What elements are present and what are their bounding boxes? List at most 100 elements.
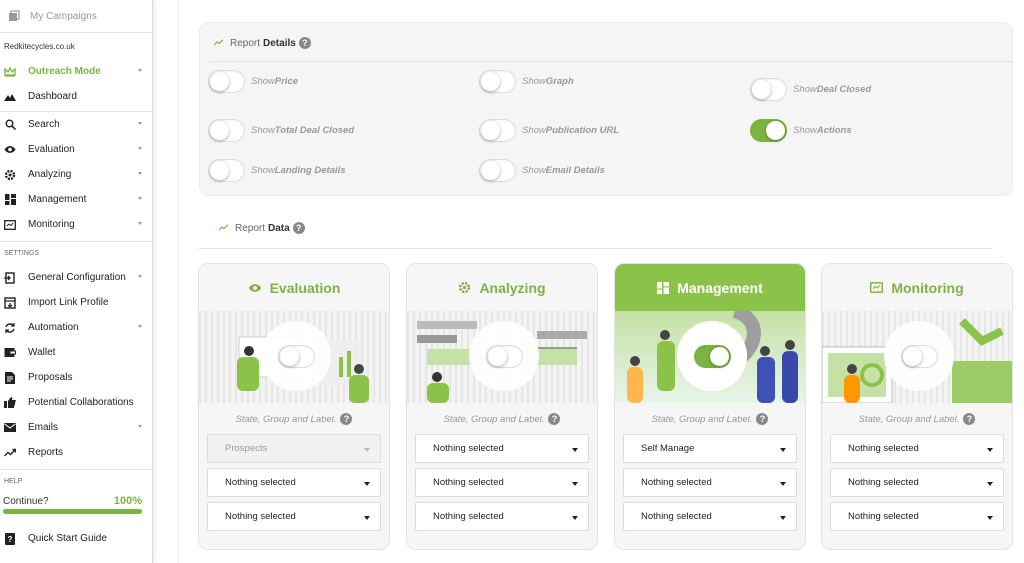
toggle-show-landing-details[interactable]: Show Landing Details xyxy=(208,159,346,182)
help-percent: 100% xyxy=(113,495,142,507)
help-icon[interactable]: ? xyxy=(298,37,311,49)
group-dropdown[interactable]: Nothing selected xyxy=(830,468,1004,497)
toggle-show-actions[interactable]: Show Actions xyxy=(750,119,852,142)
sidebar-item-reports[interactable]: Reports xyxy=(0,440,152,465)
toggle-show-email-details[interactable]: Show Email Details xyxy=(479,159,605,182)
toggle-label-pre: Show xyxy=(793,125,817,136)
grid-icon xyxy=(2,193,18,207)
toggle-show-total-deal-closed[interactable]: Show Total Deal Closed xyxy=(208,119,354,142)
card-header[interactable]: Management xyxy=(615,264,805,311)
card-header[interactable]: Analyzing xyxy=(407,264,597,311)
card-header[interactable]: Evaluation xyxy=(199,264,389,311)
help-continue[interactable]: Continue? 100% xyxy=(0,493,152,509)
sidebar-item-wallet[interactable]: Wallet xyxy=(0,340,152,365)
toggle-switch[interactable] xyxy=(208,159,245,182)
sidebar-item-management[interactable]: Management xyxy=(0,187,152,212)
label-dropdown[interactable]: Nothing selected xyxy=(207,502,381,531)
dropdown-value: Nothing selected xyxy=(433,477,504,488)
toggle-show-publication-url[interactable]: Show Publication URL xyxy=(479,119,619,142)
sidebar-item-label: Quick Start Guide xyxy=(28,533,107,544)
toggle-switch[interactable] xyxy=(750,78,787,101)
toggle-switch[interactable] xyxy=(479,119,516,142)
card-illustration xyxy=(822,311,1012,403)
toggle-switch[interactable] xyxy=(479,70,516,93)
toggle-switch[interactable] xyxy=(208,119,245,142)
my-campaigns-link[interactable]: My Campaigns xyxy=(0,0,152,33)
state-dropdown[interactable]: Prospects xyxy=(207,434,381,463)
toggle-label: Deal Closed xyxy=(816,84,872,95)
sidebar-item-proposals[interactable]: Proposals xyxy=(0,365,152,390)
card-evaluation: Evaluation State, Group and Label.? Pros… xyxy=(198,263,390,550)
report-details-title: Report Details ? xyxy=(213,37,311,49)
sidebar-item-automation[interactable]: Automation xyxy=(0,315,152,340)
card-header[interactable]: Monitoring xyxy=(822,264,1012,311)
help-continue-label: Continue? xyxy=(3,495,49,507)
campaign-domain: Redkitecycles.co.uk xyxy=(4,42,75,51)
sidebar-item-potential-collaborations[interactable]: Potential Collaborations xyxy=(0,390,152,415)
dropdown-value: Nothing selected xyxy=(225,477,296,488)
group-dropdown[interactable]: Nothing selected xyxy=(623,468,797,497)
sidebar-item-evaluation[interactable]: Evaluation xyxy=(0,137,152,162)
label-dropdown[interactable]: Nothing selected xyxy=(830,502,1004,531)
mail-icon xyxy=(2,421,18,435)
caret-down-icon xyxy=(572,516,578,520)
help-icon[interactable]: ? xyxy=(548,413,561,425)
sidebar-item-monitoring[interactable]: Monitoring xyxy=(0,212,152,237)
dropdown-value: Nothing selected xyxy=(225,511,296,522)
import-icon xyxy=(2,296,18,310)
card-toggle[interactable] xyxy=(485,344,523,368)
sidebar-item-label: Wallet xyxy=(28,347,56,358)
sidebar-item-outreach-mode[interactable]: Outreach Mode xyxy=(0,59,152,84)
group-dropdown[interactable]: Nothing selected xyxy=(415,468,589,497)
toggle-show-graph[interactable]: Show Graph xyxy=(479,70,574,93)
help-section-title: HELP xyxy=(0,469,152,493)
label-dropdown[interactable]: Nothing selected xyxy=(415,502,589,531)
chevron-down-icon xyxy=(138,275,142,278)
sidebar-item-emails[interactable]: Emails xyxy=(0,415,152,440)
card-analyzing: Analyzing State, Group and Label.? Nothi… xyxy=(406,263,598,550)
group-dropdown[interactable]: Nothing selected xyxy=(207,468,381,497)
caret-down-icon xyxy=(364,516,370,520)
caret-down-icon xyxy=(780,516,786,520)
card-toggle[interactable] xyxy=(693,344,731,368)
state-dropdown[interactable]: Nothing selected xyxy=(415,434,589,463)
caret-down-icon xyxy=(987,516,993,520)
toggle-switch[interactable] xyxy=(479,159,516,182)
chevron-down-icon xyxy=(138,122,142,125)
state-dropdown[interactable]: Self Manage xyxy=(623,434,797,463)
help-icon[interactable]: ? xyxy=(292,222,305,234)
title-bold: Data xyxy=(268,222,290,234)
sidebar-item-analyzing[interactable]: Analyzing xyxy=(0,162,152,187)
sidebar-item-search[interactable]: Search xyxy=(0,112,152,137)
help-icon[interactable]: ? xyxy=(340,413,353,425)
state-group-label: State, Group and Label.? xyxy=(407,411,597,427)
caret-down-icon xyxy=(572,448,578,452)
toggle-switch[interactable] xyxy=(208,70,245,93)
card-toggle[interactable] xyxy=(900,344,938,368)
wallet-icon xyxy=(2,346,18,360)
dropdown-value: Prospects xyxy=(225,443,268,454)
title-bold: Details xyxy=(263,37,296,49)
card-title: Monitoring xyxy=(891,279,964,296)
report-details-panel: Report Details ? Show Price Show Graph Sh… xyxy=(199,22,1013,196)
eye-icon xyxy=(248,283,262,293)
state-dropdown[interactable]: Nothing selected xyxy=(830,434,1004,463)
help-icon[interactable]: ? xyxy=(963,413,976,425)
help-icon[interactable]: ? xyxy=(756,413,769,425)
sidebar-item-general-configuration[interactable]: General Configuration xyxy=(0,265,152,290)
title-prefix: Report xyxy=(230,37,261,49)
toggle-switch[interactable] xyxy=(750,119,787,142)
trend-icon xyxy=(2,446,18,460)
toggle-show-deal-closed[interactable]: Show Deal Closed xyxy=(750,78,871,101)
sidebar-item-quick-start-guide[interactable]: ? Quick Start Guide xyxy=(0,526,152,551)
sidebar-item-import-link-profile[interactable]: Import Link Profile xyxy=(0,290,152,315)
toggle-show-price[interactable]: Show Price xyxy=(208,70,298,93)
label-dropdown[interactable]: Nothing selected xyxy=(623,502,797,531)
monitor-icon xyxy=(2,218,18,232)
card-toggle[interactable] xyxy=(277,344,315,368)
sidebar-item-label: Search xyxy=(28,119,60,130)
sidebar-item-label: Reports xyxy=(28,447,64,458)
sidebar-item-label: Import Link Profile xyxy=(28,297,109,308)
card-toggle-circle xyxy=(469,321,539,391)
sidebar-item-dashboard[interactable]: Dashboard xyxy=(0,84,152,109)
